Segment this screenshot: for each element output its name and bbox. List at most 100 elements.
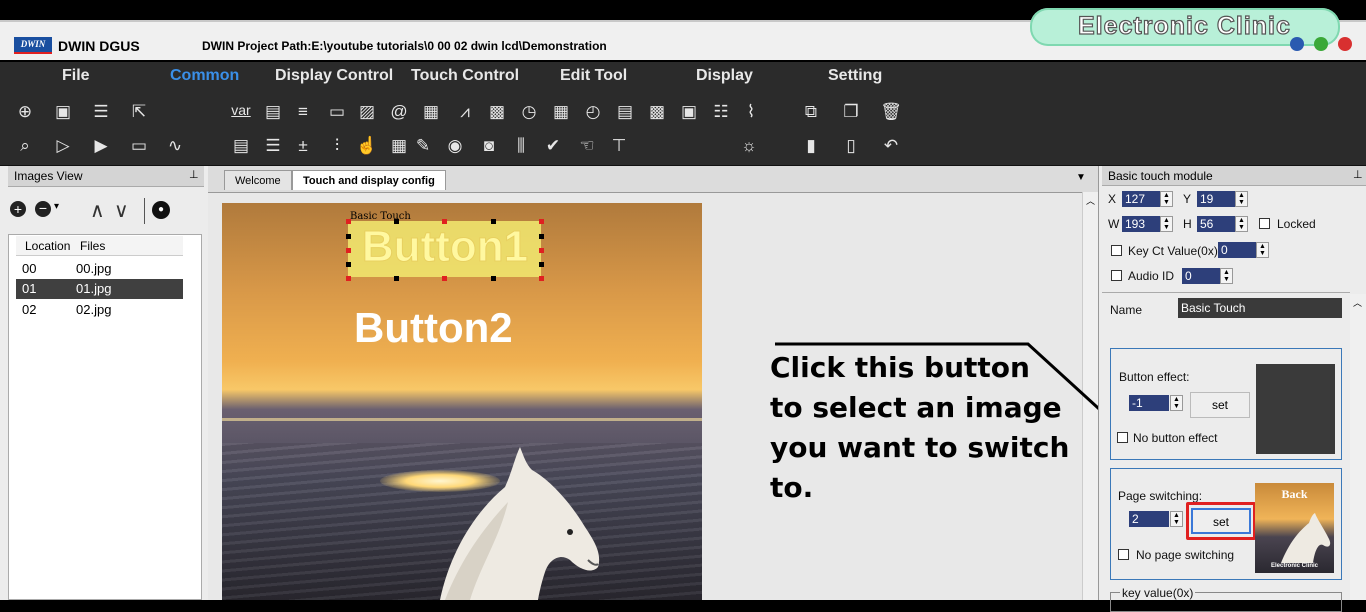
no-page-switching-checkbox[interactable] bbox=[1118, 549, 1129, 560]
y-input[interactable]: 19 bbox=[1197, 191, 1235, 207]
button-effect-set-button[interactable]: set bbox=[1190, 392, 1250, 418]
picture-icon[interactable]: ▣ bbox=[678, 102, 700, 122]
resize-handle[interactable] bbox=[394, 219, 399, 224]
audio-icon[interactable]: ⫼ bbox=[510, 136, 532, 156]
column-location[interactable]: Location bbox=[25, 239, 70, 253]
table-row[interactable]: 00 00.jpg bbox=[16, 259, 183, 279]
resize-handle[interactable] bbox=[539, 234, 544, 239]
resize-handle[interactable] bbox=[539, 219, 544, 224]
no-button-effect-checkbox[interactable] bbox=[1117, 432, 1128, 443]
menu-icon[interactable]: ▤ bbox=[614, 102, 636, 122]
resize-handle[interactable] bbox=[346, 234, 351, 239]
paste-icon[interactable]: ▮ bbox=[800, 136, 822, 156]
audio-id-stepper[interactable]: ▲ ▼ bbox=[1220, 268, 1233, 284]
menu-display[interactable]: Display bbox=[696, 67, 753, 85]
button2-label[interactable]: Button2 bbox=[354, 304, 513, 352]
close-button[interactable] bbox=[1338, 37, 1352, 51]
image-icon[interactable]: ▨ bbox=[356, 102, 378, 122]
duplicate-icon[interactable]: ❐ bbox=[840, 102, 862, 122]
resize-handle[interactable] bbox=[346, 248, 351, 253]
document-icon[interactable]: ▤ bbox=[230, 136, 252, 156]
chart-line-icon[interactable]: ⩘ bbox=[454, 102, 476, 122]
check-icon[interactable]: ✔ bbox=[542, 136, 564, 156]
move-up-icon[interactable]: ∧ bbox=[90, 198, 105, 223]
copy-icon[interactable]: ⧉ bbox=[800, 102, 822, 122]
w-stepper[interactable]: ▲ ▼ bbox=[1160, 216, 1173, 232]
list-icon[interactable]: ☰ bbox=[90, 102, 112, 122]
eye-icon[interactable]: ● bbox=[152, 201, 170, 219]
menu-file[interactable]: File bbox=[62, 67, 90, 85]
resize-handle[interactable] bbox=[539, 248, 544, 253]
text-list-icon[interactable]: ☷ bbox=[710, 102, 732, 122]
cursor-icon[interactable]: ⊤ bbox=[608, 136, 630, 156]
tab-welcome[interactable]: Welcome bbox=[224, 170, 292, 190]
keyboard-icon[interactable]: ▦ bbox=[388, 136, 410, 156]
delete-icon[interactable]: 🗑 bbox=[880, 102, 902, 122]
gauge-icon[interactable]: ◴ bbox=[582, 102, 604, 122]
button-effect-input[interactable]: -1 bbox=[1129, 395, 1169, 411]
qr-code-icon[interactable]: ▩ bbox=[646, 102, 668, 122]
at-sign-icon[interactable]: @ bbox=[388, 102, 410, 122]
resize-handle[interactable] bbox=[346, 276, 351, 281]
user-icon[interactable]: ◙ bbox=[478, 136, 500, 156]
export-icon[interactable]: ⇱ bbox=[128, 102, 150, 122]
minimize-button[interactable] bbox=[1290, 37, 1304, 51]
properties-scrollbar[interactable]: ︿ bbox=[1350, 294, 1366, 600]
wave-icon[interactable]: ∿ bbox=[164, 136, 186, 156]
resize-handle[interactable] bbox=[394, 276, 399, 281]
resize-handle[interactable] bbox=[491, 219, 496, 224]
resize-handle[interactable] bbox=[346, 219, 351, 224]
remove-image-icon[interactable]: − bbox=[35, 201, 51, 217]
menu-setting[interactable]: Setting bbox=[828, 67, 882, 85]
adjust-icon[interactable]: ⫶ bbox=[326, 136, 348, 156]
menu-common[interactable]: Common bbox=[170, 67, 239, 85]
monitor-icon[interactable]: ▭ bbox=[128, 136, 150, 156]
move-down-icon[interactable]: ∨ bbox=[114, 198, 129, 223]
column-files[interactable]: Files bbox=[80, 239, 105, 253]
page-switching-set-button[interactable]: set bbox=[1191, 508, 1251, 534]
resize-handle[interactable] bbox=[346, 262, 351, 267]
dropdown-arrow-icon[interactable]: ▾ bbox=[54, 201, 59, 212]
h-input[interactable]: 56 bbox=[1197, 216, 1235, 232]
y-stepper[interactable]: ▲ ▼ bbox=[1235, 191, 1248, 207]
table-row-selected[interactable]: 01 01.jpg bbox=[16, 279, 183, 299]
page-icon[interactable]: ▯ bbox=[840, 136, 862, 156]
h-stepper[interactable]: ▲ ▼ bbox=[1235, 216, 1248, 232]
key-ct-stepper[interactable]: ▲ ▼ bbox=[1256, 242, 1269, 258]
save-icon[interactable]: ▣ bbox=[52, 102, 74, 122]
table-row[interactable]: 02 02.jpg bbox=[16, 300, 183, 320]
maximize-button[interactable] bbox=[1314, 37, 1328, 51]
resize-handle[interactable] bbox=[442, 219, 447, 224]
locked-checkbox[interactable] bbox=[1259, 218, 1270, 229]
variable-icon[interactable]: var bbox=[230, 100, 252, 120]
calculator-icon[interactable]: ▦ bbox=[420, 102, 442, 122]
pin-icon[interactable]: ⊥ bbox=[1353, 168, 1363, 181]
menu-touch-control[interactable]: Touch Control bbox=[411, 67, 519, 85]
counter-icon[interactable]: ▩ bbox=[486, 102, 508, 122]
preview-icon[interactable]: ⌕ bbox=[14, 136, 36, 156]
play-icon[interactable]: ▷ bbox=[52, 136, 74, 156]
add-image-icon[interactable]: + bbox=[10, 201, 26, 217]
page-switching-input[interactable]: 2 bbox=[1129, 511, 1169, 527]
resize-handle[interactable] bbox=[442, 276, 447, 281]
video-icon[interactable]: ▶ bbox=[90, 136, 112, 156]
page-switching-stepper[interactable]: ▲ ▼ bbox=[1170, 511, 1183, 527]
undo-icon[interactable]: ↶ bbox=[880, 136, 902, 156]
tab-touch-and-display-config[interactable]: Touch and display config bbox=[292, 170, 446, 190]
key-ct-checkbox[interactable] bbox=[1111, 245, 1122, 256]
slider-icon[interactable]: ≡ bbox=[292, 102, 314, 122]
plus-minus-icon[interactable]: ± bbox=[292, 136, 314, 156]
key-ct-input[interactable]: 0 bbox=[1218, 242, 1256, 258]
clock-icon[interactable]: ◷ bbox=[518, 102, 540, 122]
button-effect-stepper[interactable]: ▲ ▼ bbox=[1170, 395, 1183, 411]
audio-id-input[interactable]: 0 bbox=[1182, 268, 1220, 284]
resize-handle[interactable] bbox=[491, 276, 496, 281]
audio-id-checkbox[interactable] bbox=[1111, 270, 1122, 281]
bulleted-list-icon[interactable]: ☰ bbox=[262, 136, 284, 156]
calendar-icon[interactable]: ▦ bbox=[550, 102, 572, 122]
x-stepper[interactable]: ▲ ▼ bbox=[1160, 191, 1173, 207]
pin-icon[interactable]: ⊥ bbox=[189, 168, 199, 181]
circle-menu-icon[interactable]: ◉ bbox=[444, 136, 466, 156]
brightness-icon[interactable]: ☼ bbox=[738, 136, 760, 156]
menu-display-control[interactable]: Display Control bbox=[275, 67, 393, 85]
